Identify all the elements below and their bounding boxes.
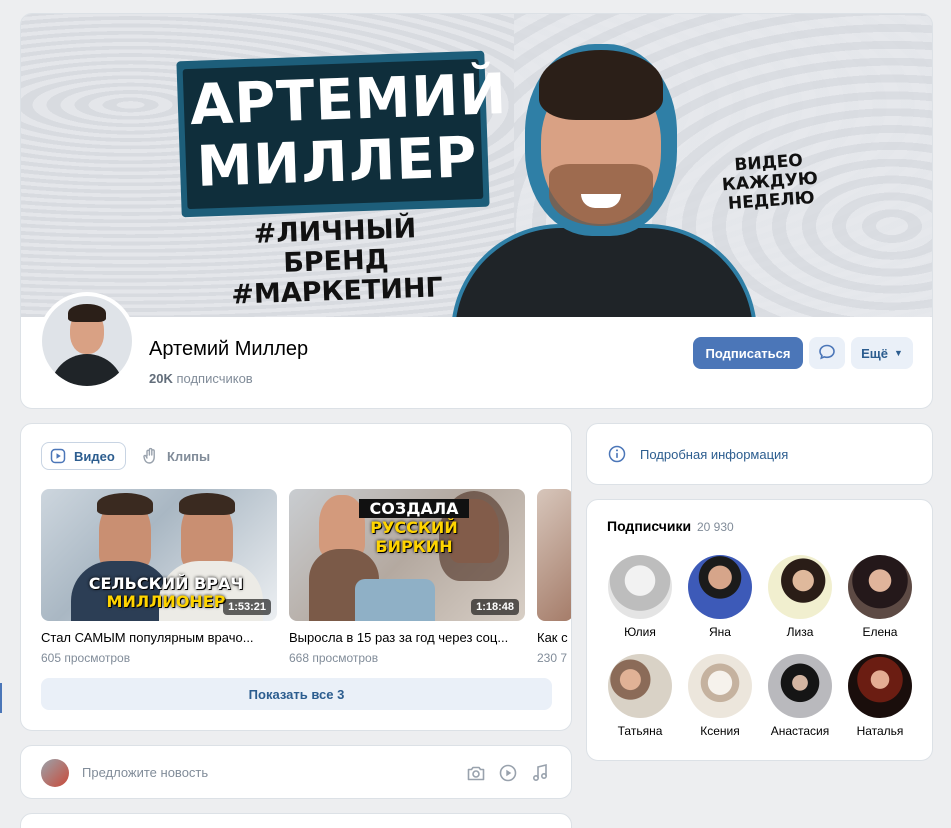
video-duration: 1:18:48 bbox=[471, 599, 519, 615]
video-thumbnail[interactable] bbox=[537, 489, 571, 621]
message-button[interactable] bbox=[809, 337, 845, 369]
follower-item[interactable]: Яна bbox=[680, 555, 760, 639]
video-caption-line1: СЕЛЬСКИЙ ВРАЧ bbox=[88, 574, 244, 593]
follower-name: Лиза bbox=[786, 625, 814, 639]
info-icon bbox=[608, 445, 626, 468]
video-views: 605 просмотров bbox=[41, 651, 131, 665]
tab-clips[interactable]: Клипы bbox=[143, 442, 210, 470]
show-all-videos-button[interactable]: Показать все 3 bbox=[41, 678, 552, 710]
followers-card: Подписчики 20 930 Юлия Яна Лиза Елена Та… bbox=[586, 499, 933, 761]
profile-card: АРТЕМИЙ МИЛЛЕР #ЛИЧНЫЙ БРЕНД #МАРКЕТИНГ … bbox=[20, 13, 933, 409]
video-icon[interactable] bbox=[497, 762, 519, 784]
video-caption: СОЗДАЛА РУССКИЙ БИРКИН bbox=[359, 499, 469, 556]
subscribers-number: 20K bbox=[149, 371, 173, 386]
more-label: Ещё bbox=[861, 345, 888, 361]
cover-tags: #ЛИЧНЫЙ БРЕНД #МАРКЕТИНГ bbox=[219, 213, 452, 311]
follower-avatar bbox=[848, 555, 912, 619]
wall-card bbox=[20, 813, 572, 828]
follower-avatar bbox=[848, 654, 912, 718]
detailed-info-link[interactable]: Подробная информация bbox=[640, 447, 788, 462]
tab-video[interactable]: Видео bbox=[41, 442, 126, 470]
tab-video-label: Видео bbox=[74, 448, 115, 464]
tab-clips-label: Клипы bbox=[167, 448, 211, 464]
follower-name: Татьяна bbox=[617, 724, 663, 738]
follower-item[interactable]: Татьяна bbox=[600, 654, 680, 738]
follower-name: Яна bbox=[709, 625, 731, 639]
subscribers-label: подписчиков bbox=[176, 371, 253, 386]
chevron-down-icon: ▼ bbox=[893, 348, 903, 358]
follower-avatar bbox=[688, 555, 752, 619]
follower-name: Анастасия bbox=[770, 724, 830, 738]
follower-avatar bbox=[768, 654, 832, 718]
follower-item[interactable]: Юлия bbox=[600, 555, 680, 639]
play-square-icon bbox=[50, 448, 66, 464]
profile-name: Артемий Миллер bbox=[149, 338, 309, 360]
chat-bubble-icon bbox=[818, 343, 836, 364]
follower-item[interactable]: Ксения bbox=[680, 654, 760, 738]
video-title[interactable]: Выросла в 15 раз за год через соц... bbox=[289, 630, 525, 645]
page-edge-marker bbox=[0, 683, 2, 713]
cover-weekly-note: ВИДЕО КАЖДУЮ НЕДЕЛЮ bbox=[699, 149, 841, 215]
video-views: 668 просмотров bbox=[289, 651, 379, 665]
follower-item[interactable]: Анастасия bbox=[760, 654, 840, 738]
video-thumbnail[interactable]: СЕЛЬСКИЙ ВРАЧ МИЛЛИОНЕР 1:53:21 bbox=[41, 489, 277, 621]
subscribe-button[interactable]: Подписаться bbox=[693, 337, 803, 369]
videos-card: Видео Клипы СЕЛЬСКИЙ ВРАЧ МИЛЛИОНЕР 1:53… bbox=[20, 423, 572, 731]
video-caption-line2: РУССКИЙ bbox=[370, 518, 458, 537]
cover-tag1: #ЛИЧНЫЙ БРЕНД bbox=[253, 213, 417, 279]
follower-avatar bbox=[608, 654, 672, 718]
video-title[interactable]: Стал САМЫМ популярным врачо... bbox=[41, 630, 277, 645]
cover-title: АРТЕМИЙ МИЛЛЕР bbox=[189, 62, 508, 200]
more-button[interactable]: Ещё ▼ bbox=[851, 337, 913, 369]
follower-item[interactable]: Лиза bbox=[760, 555, 840, 639]
followers-title[interactable]: Подписчики bbox=[607, 518, 691, 534]
video-thumbnail[interactable]: СОЗДАЛА РУССКИЙ БИРКИН 1:18:48 bbox=[289, 489, 525, 621]
video-caption-line1: СОЗДАЛА bbox=[359, 499, 469, 518]
avatar[interactable] bbox=[38, 292, 136, 390]
suggest-news-card: Предложите новость bbox=[20, 745, 572, 799]
video-views: 230 7 bbox=[537, 651, 568, 665]
clips-hand-icon bbox=[143, 447, 159, 465]
user-avatar bbox=[41, 759, 69, 787]
video-duration: 1:53:21 bbox=[223, 599, 271, 615]
info-card[interactable]: Подробная информация bbox=[586, 423, 933, 485]
follower-avatar bbox=[768, 555, 832, 619]
followers-count: 20 930 bbox=[697, 520, 734, 534]
follower-name: Ксения bbox=[700, 724, 740, 738]
follower-name: Наталья bbox=[856, 724, 904, 738]
subscribers-count[interactable]: 20K подписчиков bbox=[149, 371, 253, 386]
follower-item[interactable]: Елена bbox=[840, 555, 920, 639]
follower-name: Елена bbox=[862, 625, 898, 639]
video-title[interactable]: Как с bbox=[537, 630, 571, 645]
follower-avatar bbox=[688, 654, 752, 718]
follower-name: Юлия bbox=[624, 625, 656, 639]
follower-avatar bbox=[608, 555, 672, 619]
follower-item[interactable]: Наталья bbox=[840, 654, 920, 738]
music-icon[interactable] bbox=[529, 762, 551, 784]
cover-image: АРТЕМИЙ МИЛЛЕР #ЛИЧНЫЙ БРЕНД #МАРКЕТИНГ … bbox=[21, 14, 932, 317]
camera-icon[interactable] bbox=[465, 762, 487, 784]
cover-tag2: #МАРКЕТИНГ bbox=[230, 272, 444, 311]
video-caption-line3: БИРКИН bbox=[375, 537, 453, 556]
cover-title-line2: МИЛЛЕР bbox=[195, 125, 479, 200]
suggest-news-input[interactable]: Предложите новость bbox=[82, 765, 208, 780]
